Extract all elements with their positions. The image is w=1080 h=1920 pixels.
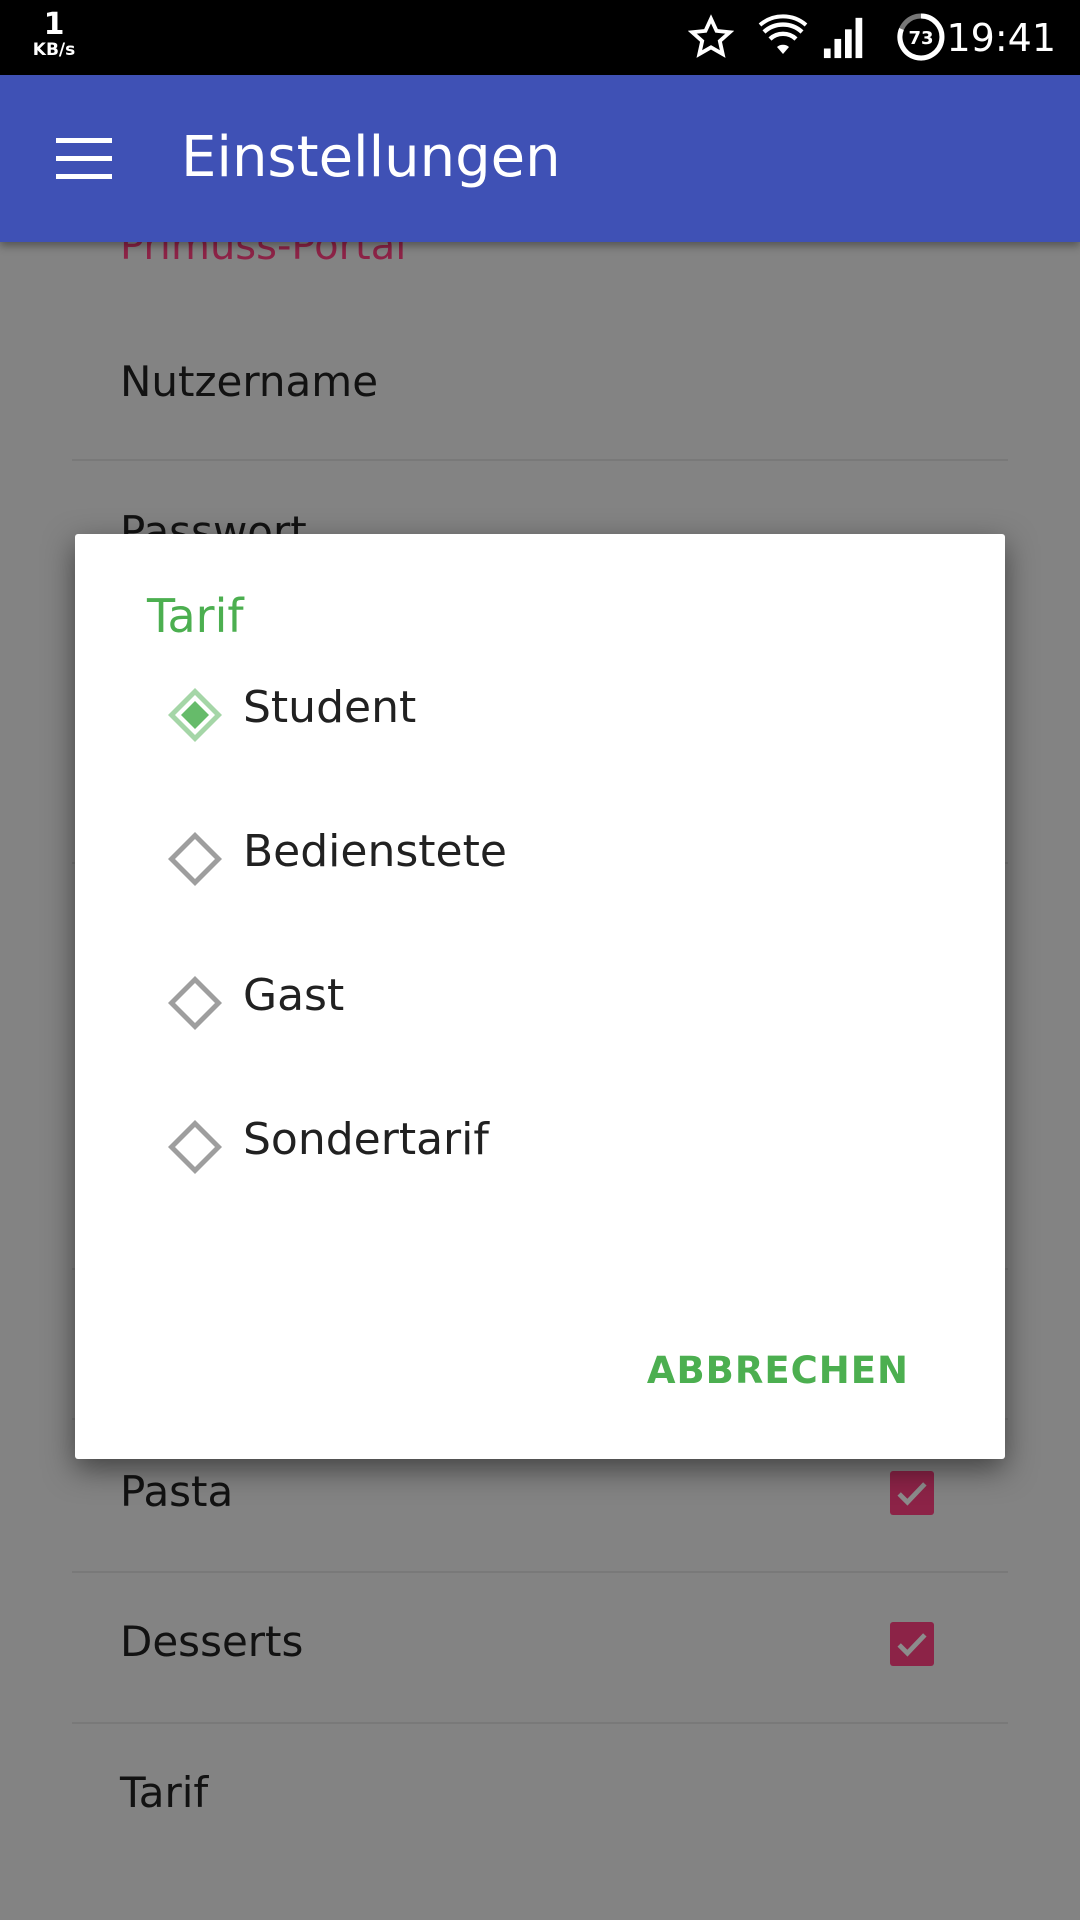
status-bar: 1 KB/s 73 19:41 bbox=[0, 0, 1080, 75]
battery-level: 73 bbox=[908, 28, 933, 49]
cancel-button[interactable]: ABBRECHEN bbox=[647, 1348, 909, 1394]
network-speed-value: 1 bbox=[43, 7, 65, 42]
network-speed-unit: KB/s bbox=[32, 40, 76, 60]
network-speed: 1 KB/s bbox=[26, 10, 82, 59]
option-gast[interactable]: Gast bbox=[147, 942, 933, 1052]
clock: 19:41 bbox=[946, 16, 1056, 60]
page-title: Einstellungen bbox=[181, 125, 561, 190]
option-sondertarif-label: Sondertarif bbox=[243, 1114, 489, 1165]
dialog-title: Tarif bbox=[147, 589, 244, 643]
battery-icon: 73 bbox=[897, 13, 945, 61]
option-gast-label: Gast bbox=[243, 970, 345, 1021]
radio-selected-icon[interactable] bbox=[165, 685, 225, 745]
option-student-label: Student bbox=[243, 682, 417, 733]
hamburger-menu-icon[interactable] bbox=[56, 138, 112, 180]
screen: 1 KB/s 73 19:41 Einstellungen Primuss-Po… bbox=[0, 0, 1080, 1920]
option-sondertarif[interactable]: Sondertarif bbox=[147, 1086, 933, 1196]
wifi-icon bbox=[758, 14, 808, 54]
option-student[interactable]: Student bbox=[147, 654, 933, 764]
tarif-dialog: Tarif Student Bedienstete Gast Sondertar… bbox=[75, 534, 1005, 1459]
radio-unselected-icon[interactable] bbox=[165, 829, 225, 889]
option-bedienstete[interactable]: Bedienstete bbox=[147, 798, 933, 908]
app-bar: Einstellungen bbox=[0, 75, 1080, 242]
radio-unselected-icon[interactable] bbox=[165, 973, 225, 1033]
radio-unselected-icon[interactable] bbox=[165, 1117, 225, 1177]
option-bedienstete-label: Bedienstete bbox=[243, 826, 507, 877]
star-icon bbox=[688, 14, 734, 58]
signal-icon bbox=[823, 17, 863, 59]
